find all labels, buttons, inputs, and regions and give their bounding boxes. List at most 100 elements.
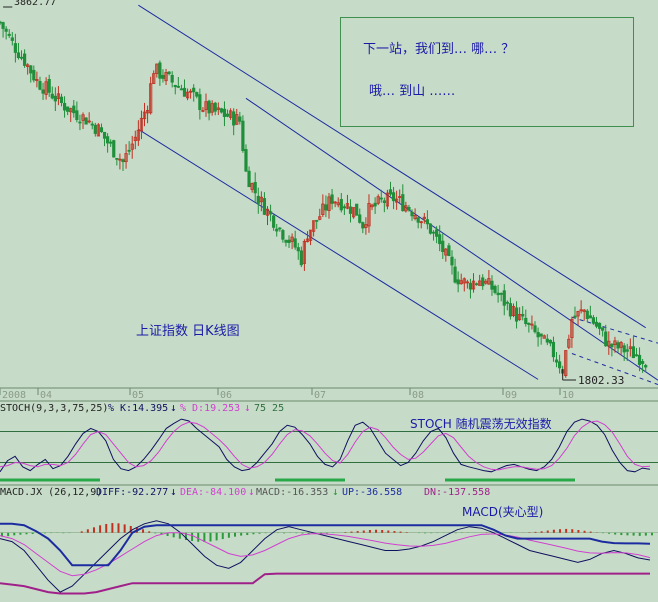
candle-body <box>382 200 386 204</box>
candle-body <box>616 342 620 349</box>
candle-body <box>50 93 54 99</box>
candle-body <box>450 256 454 266</box>
candle-body <box>4 28 8 32</box>
candle-body <box>545 338 549 343</box>
candle-body <box>106 136 110 144</box>
candle-body <box>505 301 509 304</box>
candle-body <box>438 234 442 245</box>
x-tick-label: 04 <box>40 390 52 401</box>
macd-up-label: UP:-36.558 <box>342 487 403 498</box>
candle-body <box>637 354 642 366</box>
candle-body <box>358 214 362 223</box>
candle-body <box>287 239 291 244</box>
candle-body <box>244 149 248 172</box>
candle-body <box>158 62 162 79</box>
candle-body <box>339 199 343 211</box>
candle-body <box>493 285 497 293</box>
candle-body <box>407 207 411 211</box>
candle-body <box>207 100 211 114</box>
candle-body <box>416 217 420 223</box>
candle-body <box>502 290 506 306</box>
candle-body <box>622 345 626 353</box>
candle-body <box>428 223 433 234</box>
candle-body <box>373 202 377 207</box>
candle-body <box>161 74 165 79</box>
candle-body <box>355 203 359 216</box>
candle-body <box>213 102 217 112</box>
macd-macd-arrow: ↓ <box>332 485 339 498</box>
candle-body <box>481 277 485 287</box>
candle-body <box>93 124 97 134</box>
candle-body <box>456 279 460 285</box>
candle-body <box>7 33 11 36</box>
candle-body <box>78 121 82 124</box>
candle-body <box>278 227 282 230</box>
candle-body <box>601 327 605 331</box>
x-tick-label: 08 <box>412 390 424 401</box>
candle-body <box>296 247 300 252</box>
candle-body <box>644 365 648 368</box>
candle-body <box>62 102 67 111</box>
candle-body <box>10 37 14 41</box>
candle-body <box>299 250 303 266</box>
candle-body <box>625 349 629 352</box>
candle-body <box>275 228 279 232</box>
candle-body <box>75 110 79 121</box>
stoch-k-label: % K:14.395 <box>108 403 169 414</box>
candle-body <box>268 211 273 215</box>
candle-body <box>262 198 267 215</box>
candle-body <box>496 292 500 296</box>
x-tick-label: 2008 <box>2 390 26 401</box>
candle-body <box>38 80 42 90</box>
high-price-label: 3862.77 <box>14 0 57 8</box>
candle-body <box>102 131 107 139</box>
candle-body <box>585 310 589 319</box>
candle-body <box>272 215 276 228</box>
x-tick-label: 07 <box>314 390 326 401</box>
candle-body <box>641 361 645 364</box>
macd-diff-arrow: ↓ <box>170 485 177 498</box>
candle-body <box>59 96 64 104</box>
candle-body <box>425 219 429 225</box>
candle-body <box>84 117 88 125</box>
stoch-d-label: % D:19.253 <box>180 403 241 414</box>
candle-body <box>72 105 76 114</box>
candle-body <box>238 116 242 122</box>
candle-body <box>631 346 636 359</box>
candle-body <box>225 113 230 117</box>
candle-body <box>597 322 602 329</box>
candle-body <box>293 238 297 248</box>
candle-body <box>536 332 540 338</box>
candle-body <box>13 43 17 53</box>
candle-body <box>247 170 251 188</box>
candle-body <box>610 343 614 348</box>
note-line-1: 下一站，我们到… 哪… ？ <box>363 42 515 57</box>
stoch-annotation: STOCH 随机震荡无效指数 <box>410 417 552 431</box>
candle-body <box>391 192 396 202</box>
candle-body <box>431 231 436 234</box>
x-tick-label: 10 <box>562 390 574 401</box>
candle-body <box>0 21 2 24</box>
candle-body <box>1 22 5 29</box>
candle-body <box>594 321 599 327</box>
candle-body <box>47 79 51 93</box>
candle-body <box>401 194 405 211</box>
candle-body <box>435 229 439 237</box>
candle-body <box>99 127 104 133</box>
low-price-label: 1802.33 <box>578 374 625 387</box>
candle-body <box>173 85 177 88</box>
candle-body <box>588 315 592 319</box>
candle-body <box>474 283 479 286</box>
candle-body <box>219 108 223 113</box>
x-tick-label: 05 <box>132 390 144 401</box>
candle-body <box>41 89 45 94</box>
macd-dea-label: DEA:-84.100 <box>180 487 247 498</box>
candle-body <box>109 141 113 144</box>
price-chart-title: 上证指数 日K线图 <box>136 324 240 339</box>
candle-body <box>348 206 353 214</box>
stoch-levels-label: 75 25 <box>254 403 285 414</box>
macd-diff-label: DIFF:-92.277 <box>96 487 169 498</box>
candle-body <box>558 361 562 369</box>
candle-body <box>527 322 531 325</box>
candle-body <box>521 313 525 317</box>
